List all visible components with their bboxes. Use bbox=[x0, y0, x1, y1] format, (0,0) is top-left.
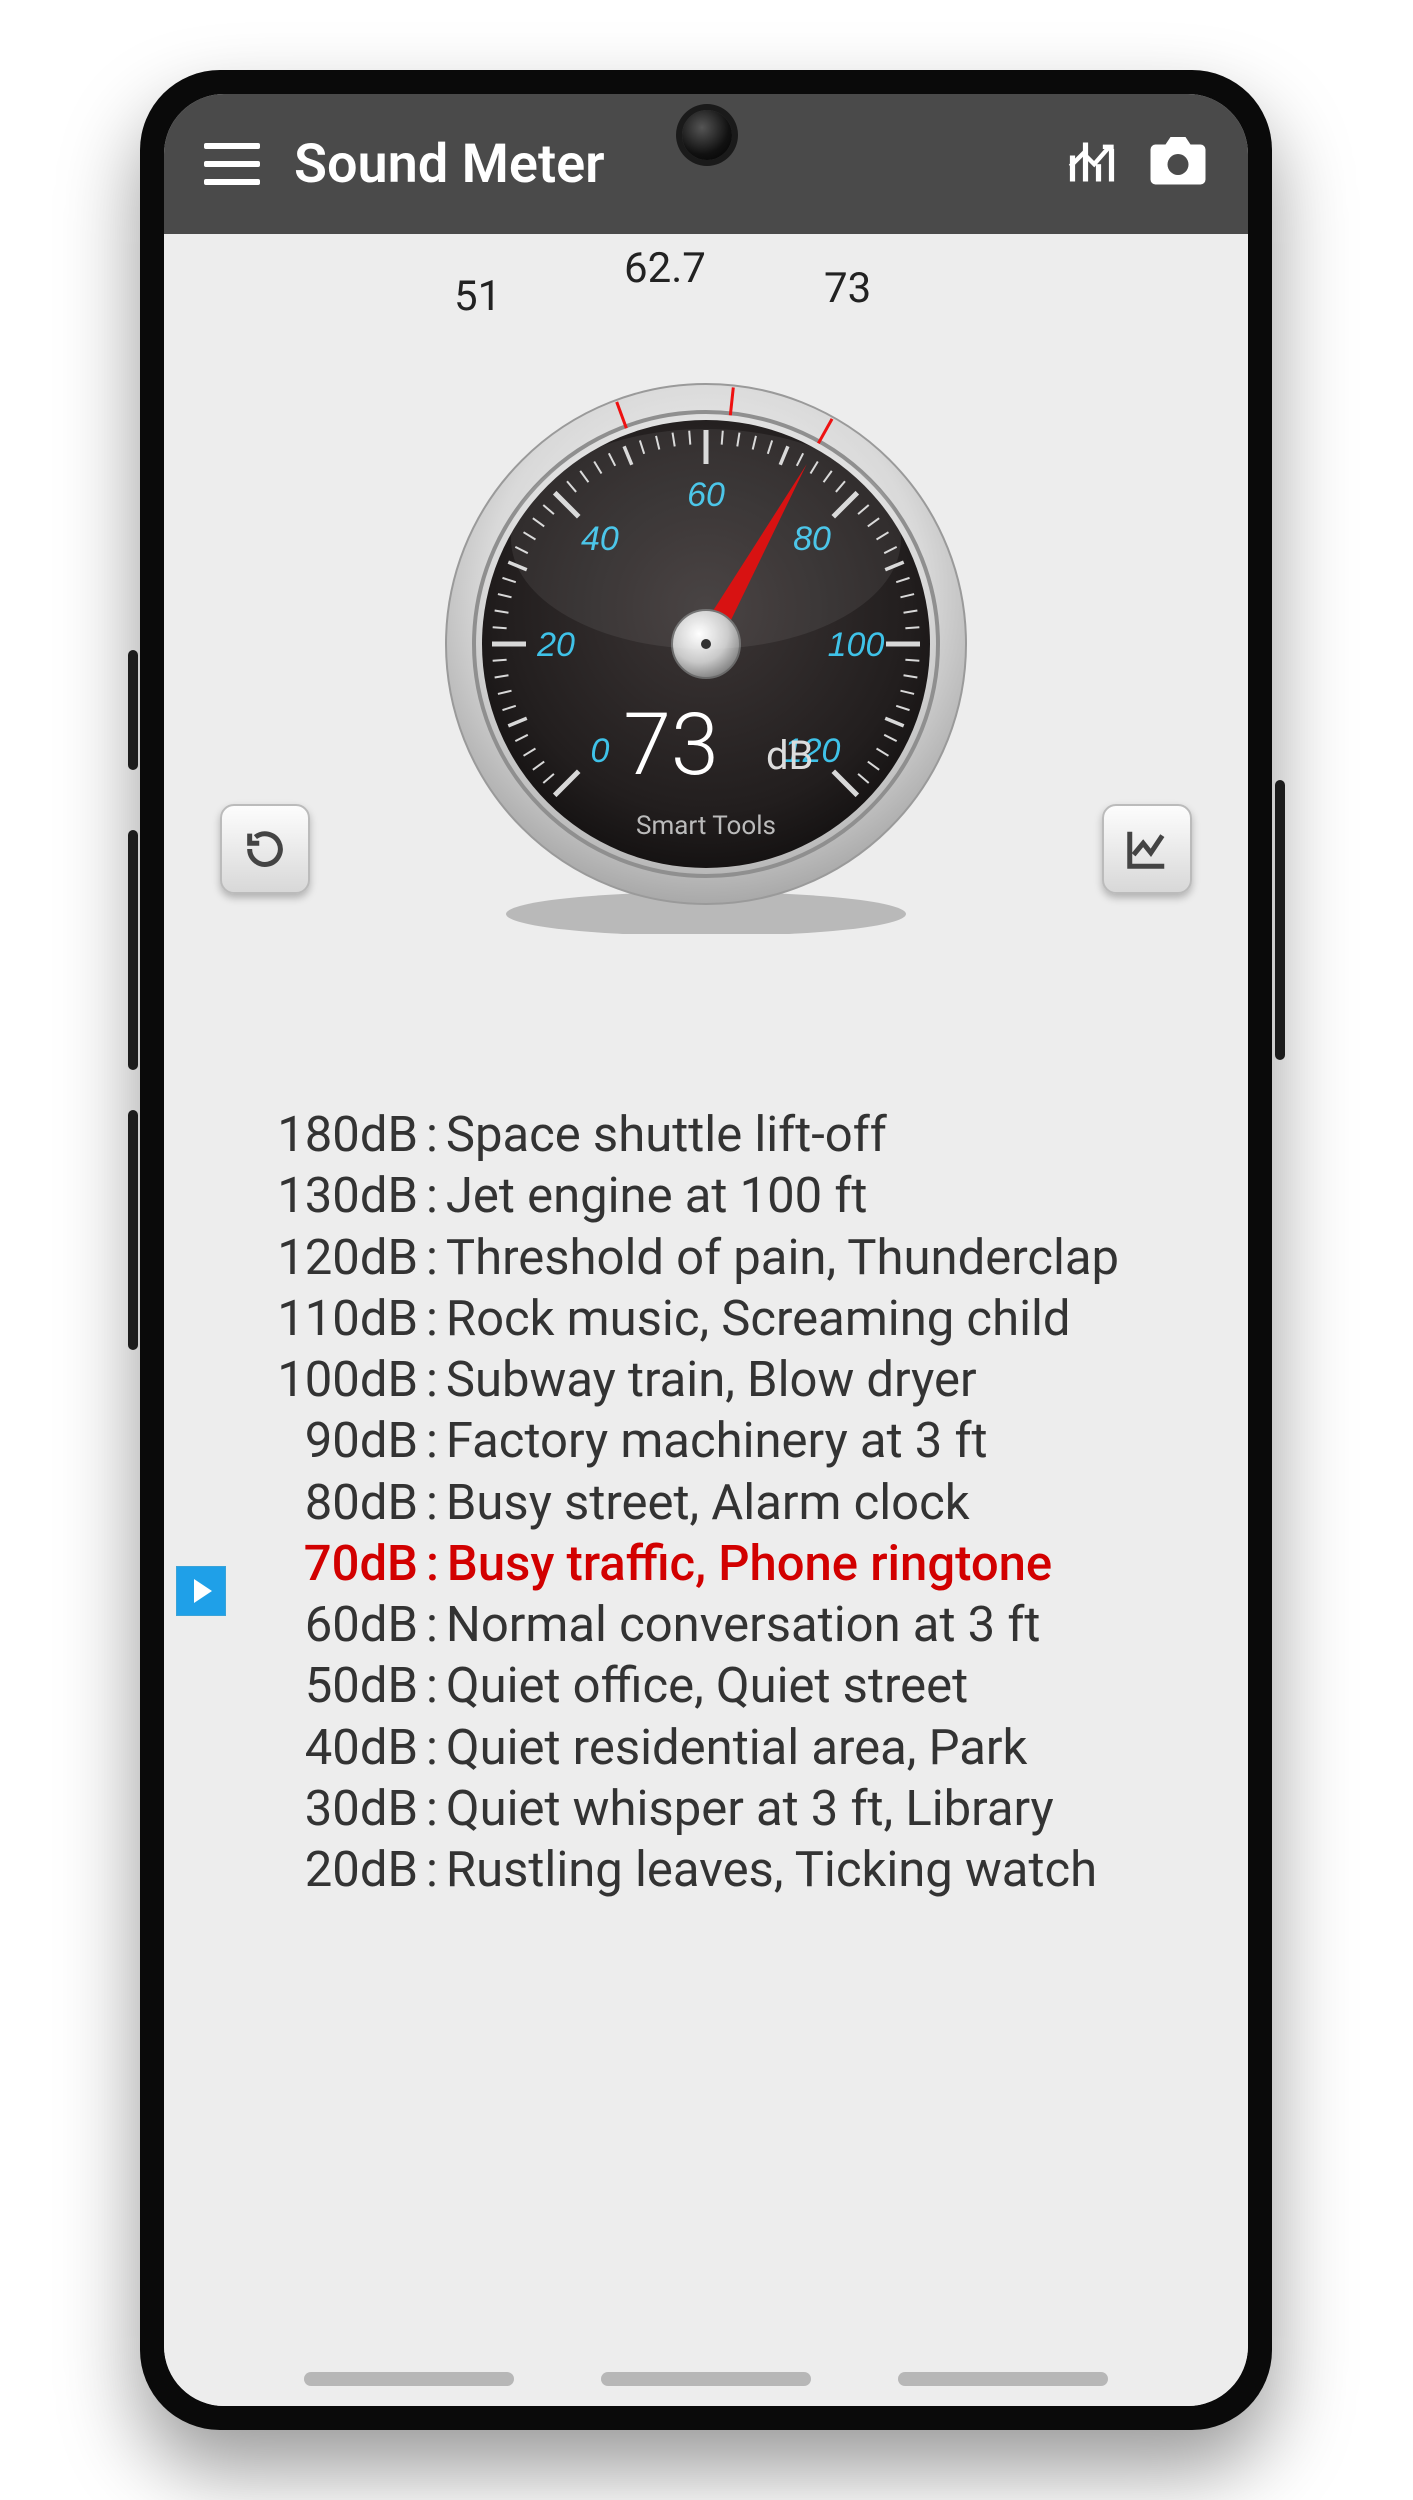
db-row-180: 180dB : Space shuttle lift-off bbox=[228, 1104, 1200, 1165]
db-value: 70dB bbox=[228, 1533, 418, 1594]
db-label: Normal conversation at 3 ft bbox=[446, 1594, 1041, 1655]
svg-text:dB: dB bbox=[766, 732, 813, 779]
db-value: 90dB bbox=[228, 1410, 418, 1471]
gauge-avg-marker: 62.7 bbox=[624, 244, 706, 293]
db-row-30: 30dB : Quiet whisper at 3 ft, Library bbox=[228, 1778, 1200, 1839]
db-label: Rustling leaves, Ticking watch bbox=[446, 1839, 1097, 1900]
gauge-area: 51 62.7 73 bbox=[164, 234, 1248, 954]
db-row-100: 100dB : Subway train, Blow dryer bbox=[228, 1349, 1200, 1410]
svg-text:73: 73 bbox=[623, 694, 718, 795]
db-value: 80dB bbox=[228, 1472, 418, 1533]
screen-body: 51 62.7 73 bbox=[164, 234, 1248, 2406]
db-row-60: 60dB : Normal conversation at 3 ft bbox=[228, 1594, 1200, 1655]
db-label: Rock music, Screaming child bbox=[446, 1288, 1071, 1349]
svg-text:Smart Tools: Smart Tools bbox=[636, 811, 776, 841]
db-row-130: 130dB : Jet engine at 100 ft bbox=[228, 1165, 1200, 1226]
db-row-110: 110dB : Rock music, Screaming child bbox=[228, 1288, 1200, 1349]
camera-icon[interactable] bbox=[1148, 136, 1208, 192]
db-label: Factory machinery at 3 ft bbox=[446, 1410, 988, 1471]
menu-icon[interactable] bbox=[204, 143, 260, 185]
db-value: 20dB bbox=[228, 1839, 418, 1900]
db-value: 130dB bbox=[228, 1165, 418, 1226]
svg-text:20: 20 bbox=[536, 626, 575, 664]
db-value: 120dB bbox=[228, 1227, 418, 1288]
gauge-min-marker: 51 bbox=[454, 272, 501, 321]
phone-frame: Sound Meter bbox=[140, 70, 1272, 2430]
phone-power-button bbox=[1275, 780, 1285, 1060]
gauge-max-marker: 73 bbox=[824, 264, 871, 313]
svg-text:0: 0 bbox=[590, 732, 609, 770]
db-value: 180dB bbox=[228, 1104, 418, 1165]
nav-back[interactable] bbox=[898, 2372, 1108, 2386]
db-label: Threshold of pain, Thunderclap bbox=[446, 1227, 1119, 1288]
phone-volume-up bbox=[128, 830, 138, 1070]
db-row-70: 70dB : Busy traffic, Phone ringtone bbox=[228, 1533, 1200, 1594]
db-row-50: 50dB : Quiet office, Quiet street bbox=[228, 1655, 1200, 1716]
db-reference-list: 180dB : Space shuttle lift-off 130dB : J… bbox=[164, 1104, 1248, 1900]
db-label: Space shuttle lift-off bbox=[446, 1104, 887, 1165]
db-row-80: 80dB : Busy street, Alarm clock bbox=[228, 1472, 1200, 1533]
db-row-120: 120dB : Threshold of pain, Thunderclap bbox=[228, 1227, 1200, 1288]
nav-home[interactable] bbox=[601, 2372, 811, 2386]
db-value: 50dB bbox=[228, 1655, 418, 1716]
db-value: 100dB bbox=[228, 1349, 418, 1410]
db-value: 110dB bbox=[228, 1288, 418, 1349]
app-title: Sound Meter bbox=[294, 133, 1036, 196]
front-camera bbox=[682, 110, 732, 160]
db-label: Quiet residential area, Park bbox=[446, 1717, 1027, 1778]
db-label: Subway train, Blow dryer bbox=[446, 1349, 977, 1410]
db-label: Busy traffic, Phone ringtone bbox=[447, 1533, 1052, 1594]
db-label: Busy street, Alarm clock bbox=[446, 1472, 970, 1533]
db-label: Jet engine at 100 ft bbox=[446, 1165, 868, 1226]
db-label: Quiet office, Quiet street bbox=[446, 1655, 968, 1716]
chart-button[interactable] bbox=[1102, 804, 1192, 894]
nav-recent[interactable] bbox=[304, 2372, 514, 2386]
phone-volume-down bbox=[128, 1110, 138, 1350]
screen: Sound Meter bbox=[164, 94, 1248, 2406]
db-value: 40dB bbox=[228, 1717, 418, 1778]
db-label: Quiet whisper at 3 ft, Library bbox=[446, 1778, 1054, 1839]
db-row-20: 20dB : Rustling leaves, Ticking watch bbox=[228, 1839, 1200, 1900]
db-value: 30dB bbox=[228, 1778, 418, 1839]
sound-gauge: 020406080100120 73 bbox=[436, 374, 976, 914]
db-row-90: 90dB : Factory machinery at 3 ft bbox=[228, 1410, 1200, 1471]
play-marker-icon bbox=[176, 1566, 226, 1616]
stats-icon[interactable] bbox=[1066, 136, 1118, 192]
refresh-button[interactable] bbox=[220, 804, 310, 894]
svg-text:100: 100 bbox=[828, 626, 885, 664]
db-row-40: 40dB : Quiet residential area, Park bbox=[228, 1717, 1200, 1778]
db-value: 60dB bbox=[228, 1594, 418, 1655]
phone-side-button bbox=[128, 650, 138, 770]
